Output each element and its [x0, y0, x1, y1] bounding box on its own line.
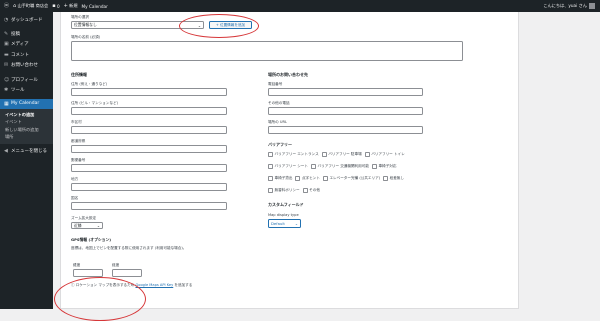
accessibility-row: バリアフリー エントランス バリアフリー 駐車場 バリアフリー トイレ	[268, 151, 408, 158]
sidebar-item-comments[interactable]: ▬ コメント	[0, 50, 53, 61]
chevron-down-icon: ⌄	[294, 221, 298, 226]
greeting-text: こんにちは、yuai さん	[543, 3, 587, 8]
media-icon: ▣	[4, 41, 9, 48]
accessibility-checkbox[interactable]: 無香料ポリシー	[268, 188, 300, 193]
main-content: 場所の選択 位置情報なし ⌄ + 位置情報を追加 場所の名前 (必須) 住所情報…	[53, 12, 600, 321]
calendar-icon: ▦	[4, 100, 9, 107]
phone2-input[interactable]	[268, 107, 423, 115]
country-label: 国名	[71, 196, 79, 200]
pin-icon: ✎	[4, 30, 9, 37]
accessibility-checkbox[interactable]: バリアフリー 駐車場	[321, 152, 362, 157]
collapse-icon: ◀	[4, 148, 8, 155]
submenu-add-location[interactable]: 新しい場所の追加	[0, 126, 53, 134]
accessibility-checkbox[interactable]: 段差無し	[383, 176, 404, 181]
maps-api-key-link[interactable]: Google Maps API Key	[135, 283, 173, 287]
comments-link[interactable]: ▪ 0	[52, 2, 59, 9]
phone2-label: その他の電話	[268, 101, 290, 105]
contact-heading: 場所のお問い合わせ先	[268, 72, 308, 77]
latitude-label: 緯度	[73, 263, 81, 267]
admin-bar: ⓦ ⌂ 山手町職 商店会 ▪ 0 + 新規 My Calendar こんにちは、…	[0, 0, 600, 12]
state-label: 都道府県	[71, 139, 86, 143]
accessibility-heading: バリアフリー	[268, 142, 292, 147]
accessibility-checkbox[interactable]: バリアフリー トイレ	[364, 152, 405, 157]
sidebar-item-contact[interactable]: ✉ お問い合わせ	[0, 60, 53, 71]
street2-input[interactable]	[71, 107, 227, 115]
street-label: 住所 (例え・通りなど)	[71, 82, 108, 86]
sidebar-item-posts[interactable]: ✎ 投稿	[0, 29, 53, 40]
state-input[interactable]	[71, 145, 227, 153]
region-label: 地方	[71, 177, 79, 181]
address-heading: 住所情報	[71, 72, 87, 77]
longitude-input[interactable]	[112, 269, 142, 277]
home-icon: ⌂	[13, 2, 17, 9]
country-input[interactable]	[71, 202, 227, 210]
sidebar-item-profile[interactable]: ☺ プロフィール	[0, 75, 53, 86]
collapse-menu-button[interactable]: ◀ メニューを閉じる	[0, 146, 53, 157]
location-name-label: 場所の名前 (必須)	[71, 35, 101, 39]
city-label: 市区村	[71, 120, 82, 124]
annotation-ring	[179, 14, 259, 38]
account-menu[interactable]: こんにちは、yuai さん	[543, 3, 595, 9]
submenu-events[interactable]: イベント	[0, 119, 53, 127]
phone-label: 電話番号	[268, 82, 283, 86]
location-select-label: 場所の選択	[71, 15, 89, 19]
street2-label: 住所 (ビル・マンションなど)	[71, 101, 119, 105]
map-display-label: Map display type	[268, 213, 299, 217]
accessibility-row: 無香料ポリシー その他	[268, 187, 323, 194]
location-panel: 場所の選択 位置情報なし ⌄ + 位置情報を追加 場所の名前 (必須) 住所情報…	[60, 12, 519, 309]
city-input[interactable]	[71, 126, 227, 134]
accessibility-checkbox[interactable]: 車椅子対応	[371, 164, 396, 169]
zoom-select[interactable]: 近隣 ⌄	[71, 222, 103, 229]
annotation-ring	[54, 277, 146, 321]
accessibility-checkbox[interactable]: その他	[302, 188, 320, 193]
region-input[interactable]	[71, 183, 227, 191]
gps-note: 座標は、地図上でピンを配置する際に使用されます (利用可能な場合)。	[71, 246, 187, 250]
site-name-link[interactable]: ⌂ 山手町職 商店会	[13, 3, 48, 9]
new-content-link[interactable]: + 新規	[64, 3, 78, 9]
postcode-input[interactable]	[71, 164, 227, 172]
zoom-label: ズーム拡大設定	[71, 216, 97, 220]
map-display-select[interactable]: Default ⌄	[268, 219, 301, 228]
plugin-link[interactable]: My Calendar	[82, 4, 108, 9]
wordpress-logo-icon[interactable]: ⓦ	[4, 3, 9, 9]
plus-icon: +	[63, 2, 68, 9]
sidebar-item-dashboard[interactable]: ◔ ダッシュボード	[0, 15, 53, 26]
chevron-down-icon: ⌄	[96, 223, 100, 228]
longitude-label: 経度	[112, 263, 120, 267]
submenu-locations[interactable]: 場所	[0, 134, 53, 142]
custom-fields-heading: カスタムフィールド	[268, 202, 304, 207]
calendar-submenu: イベントの追加 イベント 新しい場所の追加 場所	[0, 109, 53, 144]
phone-input[interactable]	[268, 88, 423, 96]
comment-icon: ▪	[52, 2, 56, 9]
url-input[interactable]	[268, 126, 423, 134]
accessibility-checkbox[interactable]: バリアフリー シート	[268, 164, 308, 169]
postcode-label: 郵便番号	[71, 158, 86, 162]
accessibility-checkbox[interactable]: 車椅子貸出	[268, 176, 292, 181]
avatar	[589, 3, 595, 9]
mail-icon: ✉	[4, 62, 9, 69]
accessibility-checkbox[interactable]: 点字ヒント	[295, 176, 320, 181]
gauge-icon: ◔	[4, 17, 9, 24]
accessibility-checkbox[interactable]: バリアフリー エントランス	[268, 152, 319, 157]
gps-heading: GPS情報 (オプション)	[71, 237, 112, 242]
location-name-input[interactable]	[71, 41, 463, 61]
sidebar-item-my-calendar[interactable]: ▦ My Calendar	[0, 98, 53, 109]
url-label: 場所の URL	[268, 120, 288, 124]
accessibility-checkbox[interactable]: エレベーター完備 (公共エリア)	[322, 176, 380, 181]
admin-sidebar: ◔ ダッシュボード ✎ 投稿 ▣ メディア ▬ コメント ✉ お問い合わせ ☺ プロフィール…	[0, 12, 53, 309]
sidebar-item-media[interactable]: ▣ メディア	[0, 39, 53, 50]
comment-icon: ▬	[4, 51, 9, 58]
wrench-icon: ✱	[4, 87, 9, 94]
latitude-input[interactable]	[73, 269, 103, 277]
accessibility-row: 車椅子貸出 点字ヒント エレベーター完備 (公共エリア) 段差無し	[268, 175, 407, 182]
accessibility-row: バリアフリー シート バリアフリー 交通機関利用可能 車椅子対応	[268, 163, 399, 170]
sidebar-item-tools[interactable]: ✱ ツール	[0, 85, 53, 96]
submenu-add-event[interactable]: イベントの追加	[0, 111, 53, 119]
street-input[interactable]	[71, 88, 227, 96]
accessibility-checkbox[interactable]: バリアフリー 交通機関利用可能	[311, 164, 369, 169]
user-icon: ☺	[4, 76, 10, 83]
